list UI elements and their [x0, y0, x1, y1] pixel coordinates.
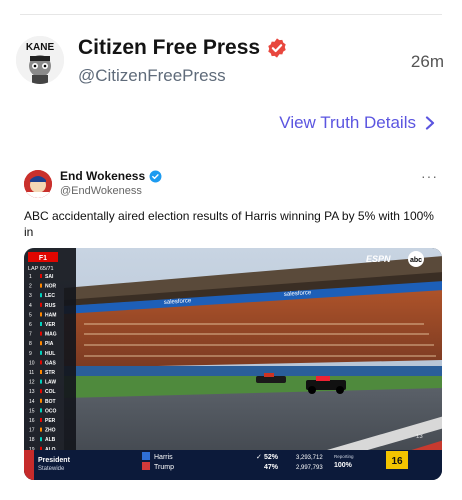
tower-position: 7 — [29, 332, 32, 338]
race-label-line1: President — [38, 457, 71, 464]
race-label-line2: Statewide — [38, 466, 65, 472]
tower-position: 6 — [29, 322, 32, 328]
harris-check-icon: ✓ — [256, 454, 262, 461]
video-player[interactable]: salesforce salesforce F1 LAP 65/71 1 SAI… — [24, 248, 442, 480]
tower-driver-code: HAM — [45, 312, 56, 318]
tower-position: 10 — [29, 360, 35, 366]
author-display-name[interactable]: Citizen Free Press — [78, 36, 260, 60]
harris-votes: 3,293,712 — [296, 455, 323, 461]
tower-position: 3 — [29, 293, 32, 299]
team-color-mark — [40, 379, 42, 384]
team-color-mark — [40, 331, 42, 336]
tower-driver-code: OCO — [45, 408, 57, 414]
team-color-mark — [40, 302, 42, 307]
quoted-name-row: End Wokeness — [60, 169, 162, 183]
quoted-post-card[interactable]: End Wokeness @EndWokeness ··· ABC accide… — [16, 152, 446, 492]
team-color-mark — [40, 418, 42, 422]
tower-driver-code: ALB — [45, 437, 56, 443]
tower-position: 14 — [29, 399, 35, 405]
tower-driver-code: HUL — [45, 351, 55, 357]
tower-driver-code: RUS — [45, 303, 56, 309]
team-color-mark — [40, 322, 42, 326]
tower-position: 12 — [29, 380, 35, 386]
tower-position: 13 — [29, 389, 35, 395]
verified-badge-icon — [268, 38, 286, 58]
team-color-mark — [40, 312, 42, 317]
top-divider — [20, 14, 442, 15]
team-color-mark — [40, 350, 42, 355]
trump-percent: 47% — [264, 464, 279, 471]
tower-position: 2 — [29, 284, 32, 290]
tower-position: 1 — [29, 274, 32, 280]
tower-position: 11 — [29, 370, 34, 376]
team-color-mark — [40, 427, 42, 432]
team-color-mark — [40, 360, 42, 365]
view-details-label: View Truth Details — [279, 113, 416, 132]
election-banner — [24, 450, 442, 480]
lap-counter: LAP 65/71 — [28, 266, 54, 272]
harris-percent: 52% — [264, 454, 279, 461]
chevron-right-icon — [425, 116, 435, 130]
avatar-text: KANE — [26, 42, 55, 53]
tower-driver-code: LEC — [45, 293, 55, 299]
tower-position: 16 — [29, 418, 35, 424]
tower-driver-code: PIA — [45, 341, 54, 347]
post-timestamp: 26m — [410, 52, 444, 71]
view-details-link[interactable]: View Truth Details — [279, 113, 436, 133]
author-handle[interactable]: @CitizenFreePress — [78, 66, 226, 86]
svg-text:abc: abc — [410, 257, 422, 264]
quoted-author-avatar[interactable] — [24, 170, 52, 198]
reporting-label: Reporting — [334, 454, 354, 459]
team-color-mark — [40, 293, 42, 298]
tower-position: 5 — [29, 312, 32, 318]
tower-driver-code: VER — [45, 322, 56, 328]
tower-driver-code: LAW — [45, 380, 56, 386]
tower-position: 8 — [29, 341, 32, 347]
tower-driver-code: STR — [45, 370, 55, 376]
tower-driver-code: NOR — [45, 284, 57, 290]
team-color-mark — [40, 398, 42, 403]
team-color-mark — [40, 341, 42, 346]
team-color-mark — [40, 437, 42, 442]
more-options-icon[interactable]: ··· — [421, 168, 438, 184]
tower-driver-code: BOT — [45, 399, 56, 405]
f1-logo: F1 — [39, 255, 47, 262]
team-color-mark — [40, 283, 42, 288]
tower-driver-code: GAS — [45, 360, 57, 366]
quoted-verified-icon — [149, 170, 162, 182]
team-color-mark — [40, 370, 42, 374]
team-color-mark — [40, 408, 42, 413]
tower-driver-code: PER — [45, 418, 56, 424]
quoted-display-name[interactable]: End Wokeness — [60, 169, 145, 183]
tower-driver-code: SAI — [45, 274, 54, 280]
post-header: KANE Citizen Free Press @CitizenFreePres… — [16, 30, 446, 92]
tower-position: 18 — [29, 437, 35, 443]
author-name-row: Citizen Free Press — [78, 36, 288, 60]
channel-number: 16 — [391, 456, 403, 467]
tower-driver-code: COL — [45, 389, 56, 395]
clock-text: 13 — [416, 434, 423, 440]
quoted-post-text: ABC accidentally aired election results … — [24, 209, 434, 239]
candidate-name-trump: Trump — [154, 464, 174, 471]
tower-driver-code: ZHO — [45, 428, 56, 434]
trump-votes: 2,997,793 — [296, 465, 323, 471]
espn-logo: ESPN — [366, 254, 391, 264]
quoted-handle[interactable]: @EndWokeness — [60, 185, 142, 197]
candidate-name-harris: Harris — [154, 454, 173, 461]
author-avatar[interactable]: KANE — [16, 36, 64, 84]
tower-driver-code: MAG — [45, 332, 57, 338]
team-color-mark — [40, 389, 42, 394]
tower-position: 9 — [29, 351, 32, 357]
reporting-value: 100% — [334, 462, 353, 469]
tower-position: 4 — [29, 303, 32, 309]
tower-position: 17 — [29, 428, 35, 434]
tower-position: 15 — [29, 408, 35, 414]
team-color-mark — [40, 274, 42, 278]
